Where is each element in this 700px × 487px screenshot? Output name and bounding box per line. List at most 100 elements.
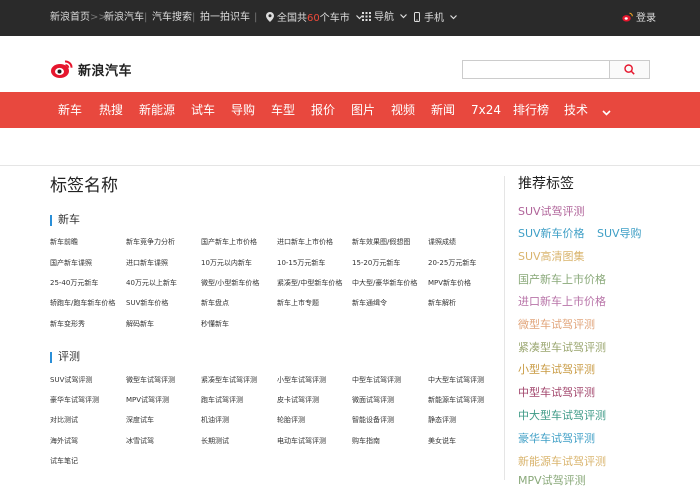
tag-link[interactable]: 豪华车试驾评测 xyxy=(50,396,99,405)
tag-link[interactable]: 25-40万元新车 xyxy=(50,279,98,288)
nav-item-hot-search[interactable]: 热搜 xyxy=(99,103,123,117)
main-nav: 新车 热搜 新能源 试车 导购 车型 报价 图片 视频 新闻 7x24 排行榜 … xyxy=(0,92,700,128)
city-suffix: 个车市 xyxy=(319,13,350,24)
nav-item-buying-guide[interactable]: 导购 xyxy=(231,103,255,117)
recommended-tag[interactable]: 中型车试驾评测 xyxy=(518,386,595,399)
separator: | xyxy=(192,12,196,23)
city-count: 60 xyxy=(307,13,320,24)
tag-link[interactable]: 国产新车上市价格 xyxy=(201,238,257,247)
tag-link[interactable]: 轮胎评测 xyxy=(277,416,305,425)
sina-auto-link[interactable]: 新浪汽车 xyxy=(104,12,144,24)
tag-link[interactable]: 谍照成绩 xyxy=(428,238,456,247)
login-link[interactable]: 登录 xyxy=(622,12,656,25)
tag-link[interactable]: 长期测试 xyxy=(201,437,229,446)
tag-link[interactable]: 新车盘点 xyxy=(201,299,229,308)
tag-link[interactable]: 中大型/豪华新车价格 xyxy=(352,279,417,288)
site-header: 新浪汽车 xyxy=(0,36,700,92)
tag-link[interactable]: 新车解析 xyxy=(428,299,456,308)
tag-link[interactable]: 10万元以内新车 xyxy=(201,259,252,268)
tag-link[interactable]: 新车变形秀 xyxy=(50,320,85,329)
nav-item-video[interactable]: 视频 xyxy=(391,103,415,117)
recommended-tag[interactable]: 进口新车上市价格 xyxy=(518,295,606,308)
tag-link[interactable]: MPV试驾评测 xyxy=(126,396,169,405)
tag-link[interactable]: 微型/小型新车价格 xyxy=(201,279,259,288)
search-input[interactable] xyxy=(462,60,610,79)
car-search-link[interactable]: 汽车搜索 xyxy=(152,12,192,24)
recommended-tag[interactable]: 小型车试驾评测 xyxy=(518,363,595,376)
nav-item-new-car[interactable]: 新车 xyxy=(58,103,82,117)
tag-link[interactable]: 微型车试驾评测 xyxy=(126,376,175,385)
tag-link[interactable]: 20-25万元新车 xyxy=(428,259,476,268)
tag-link[interactable]: 新车上市专题 xyxy=(277,299,319,308)
recommended-tag[interactable]: 微型车试驾评测 xyxy=(518,318,595,331)
mobile-menu[interactable]: 手机 xyxy=(414,12,458,25)
nav-item-rankings[interactable]: 排行榜 xyxy=(513,103,549,117)
tag-link[interactable]: 新车竞争力分析 xyxy=(126,238,175,247)
tag-link[interactable]: 新车效果图/假想图 xyxy=(352,238,410,247)
chevron-down-icon xyxy=(602,110,611,116)
photo-recognize-link[interactable]: 拍一拍识车 xyxy=(200,12,250,24)
tag-link[interactable]: 紧凑型车试驾评测 xyxy=(201,376,257,385)
recommended-tag[interactable]: 中大型车试驾评测 xyxy=(518,409,606,422)
recommended-tag[interactable]: SUV新车价格 xyxy=(518,227,585,240)
tag-link[interactable]: 跑车试驾评测 xyxy=(201,396,243,405)
city-selector[interactable]: 全国共60个车市 xyxy=(266,12,363,25)
tag-link[interactable]: 美女说车 xyxy=(428,437,456,446)
tag-link[interactable]: 紧凑型/中型新车价格 xyxy=(277,279,342,288)
tag-link[interactable]: 电动车试驾评测 xyxy=(277,437,326,446)
nav-more-button[interactable] xyxy=(602,105,611,119)
sina-auto-logo[interactable]: 新浪汽车 xyxy=(50,58,132,80)
tag-link[interactable]: 进口新车谍照 xyxy=(126,259,168,268)
tag-link[interactable]: 对比测试 xyxy=(50,416,78,425)
nav-menu[interactable]: 导航 xyxy=(362,12,408,24)
page-title: 标签名称 xyxy=(50,176,118,196)
tag-link[interactable]: 中大型车试驾评测 xyxy=(428,376,484,385)
search-button[interactable] xyxy=(610,60,650,79)
nav-item-tech[interactable]: 技术 xyxy=(564,103,588,117)
tag-link[interactable]: 解码新车 xyxy=(126,320,154,329)
tag-link[interactable]: 秒懂新车 xyxy=(201,320,229,329)
nav-item-news[interactable]: 新闻 xyxy=(431,103,455,117)
recommended-tag[interactable]: SUV试驾评测 xyxy=(518,205,585,218)
nav-item-test-drive[interactable]: 试车 xyxy=(191,103,215,117)
tag-link[interactable]: 进口新车上市价格 xyxy=(277,238,333,247)
tag-link[interactable]: 小型车试驾评测 xyxy=(277,376,326,385)
section-accent-bar xyxy=(50,351,52,363)
tag-link[interactable]: 40万元以上新车 xyxy=(126,279,177,288)
tag-link[interactable]: 中型车试驾评测 xyxy=(352,376,401,385)
nav-item-new-energy[interactable]: 新能源 xyxy=(139,103,175,117)
nav-item-prices[interactable]: 报价 xyxy=(311,103,335,117)
tag-link[interactable]: 国产新车谍照 xyxy=(50,259,92,268)
tag-link[interactable]: 皮卡试驾评测 xyxy=(277,396,319,405)
tag-link[interactable]: 轿跑车/跑车新车价格 xyxy=(50,299,115,308)
tag-link[interactable]: 15-20万元新车 xyxy=(352,259,400,268)
tag-link[interactable]: MPV新车价格 xyxy=(428,279,471,288)
tag-link[interactable]: 海外试驾 xyxy=(50,437,78,446)
recommended-tag[interactable]: 豪华车试驾评测 xyxy=(518,432,595,445)
tag-link[interactable]: SUV试驾评测 xyxy=(50,376,92,385)
tag-link[interactable]: 深度试车 xyxy=(126,416,154,425)
nav-item-7x24[interactable]: 7x24 xyxy=(471,103,501,117)
tag-link[interactable]: 智能设备评测 xyxy=(352,416,394,425)
recommended-tag[interactable]: 新能源车试驾评测 xyxy=(518,455,606,468)
column-divider xyxy=(504,176,505,480)
tag-link[interactable]: 购车指南 xyxy=(352,437,380,446)
tag-link[interactable]: 微面试驾评测 xyxy=(352,396,394,405)
recommended-tag[interactable]: 紧凑型车试驾评测 xyxy=(518,341,606,354)
recommended-tag[interactable]: SUV高清图集 xyxy=(518,250,585,263)
tag-link[interactable]: SUV新车价格 xyxy=(126,299,168,308)
tag-link[interactable]: 冰雪试驾 xyxy=(126,437,154,446)
tag-link[interactable]: 机油评测 xyxy=(201,416,229,425)
recommended-tag[interactable]: 国产新车上市价格 xyxy=(518,273,606,286)
tag-link[interactable]: 试车笔记 xyxy=(50,457,78,466)
recommended-tag[interactable]: SUV导购 xyxy=(597,227,642,240)
sina-home-link[interactable]: 新浪首页 xyxy=(50,12,90,24)
nav-item-models[interactable]: 车型 xyxy=(271,103,295,117)
nav-item-images[interactable]: 图片 xyxy=(351,103,375,117)
recommended-tag[interactable]: MPV试驾评测 xyxy=(518,474,586,487)
tag-link[interactable]: 10-15万元新车 xyxy=(277,259,325,268)
tag-link[interactable]: 新能源车试驾评测 xyxy=(428,396,484,405)
tag-link[interactable]: 静态评测 xyxy=(428,416,456,425)
tag-link[interactable]: 新车通缉令 xyxy=(352,299,387,308)
tag-link[interactable]: 新车前瞻 xyxy=(50,238,78,247)
